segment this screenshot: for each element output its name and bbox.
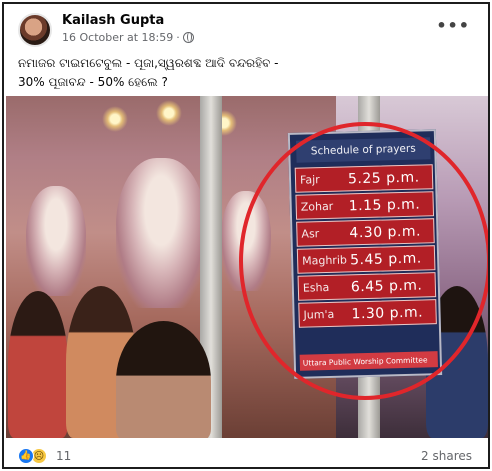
post-card: Kailash Gupta 16 October at 18:59 · ••• …: [2, 2, 490, 469]
post-photo[interactable]: Schedule of prayers Fajr 5.25 p.m. Zohar…: [6, 96, 488, 438]
decor-light: [102, 106, 128, 132]
post-meta: 16 October at 18:59 ·: [62, 31, 194, 44]
shares-count[interactable]: 2 shares: [421, 449, 472, 463]
post-header: Kailash Gupta 16 October at 18:59 · •••: [4, 4, 488, 50]
post-date[interactable]: 16 October at 18:59: [62, 31, 173, 44]
reaction-count[interactable]: 11: [56, 449, 71, 463]
post-text-line: 30% ପୂଜାବନ୍ଦ - 50% ହେଲେ ?: [18, 75, 168, 89]
post-text-line: ନମାଜର ଟାଇମଟେବୁଲ - ପୂଜା,ସ୍ୱରଶବ୍ଦ ଆଦି ବନ୍ଦ…: [18, 56, 279, 70]
idol-figure: [26, 186, 86, 296]
like-reaction-icon[interactable]: 👍: [18, 448, 34, 464]
person: [8, 291, 68, 438]
author-name[interactable]: Kailash Gupta: [62, 13, 164, 28]
more-options-button[interactable]: •••: [436, 16, 470, 35]
person: [116, 321, 211, 438]
post-text: ନମାଜର ଟାଇମଟେବୁଲ - ପୂଜା,ସ୍ୱରଶବ୍ଦ ଆଦି ବନ୍ଦ…: [18, 54, 478, 92]
idol-figure: [116, 158, 206, 308]
post-footer: 👍 ☹ 11 2 shares: [4, 440, 488, 467]
globe-icon: [182, 32, 194, 43]
meta-separator: ·: [176, 31, 180, 44]
red-highlight-circle: [239, 122, 488, 400]
decor-light: [156, 100, 182, 126]
avatar[interactable]: [18, 13, 52, 47]
